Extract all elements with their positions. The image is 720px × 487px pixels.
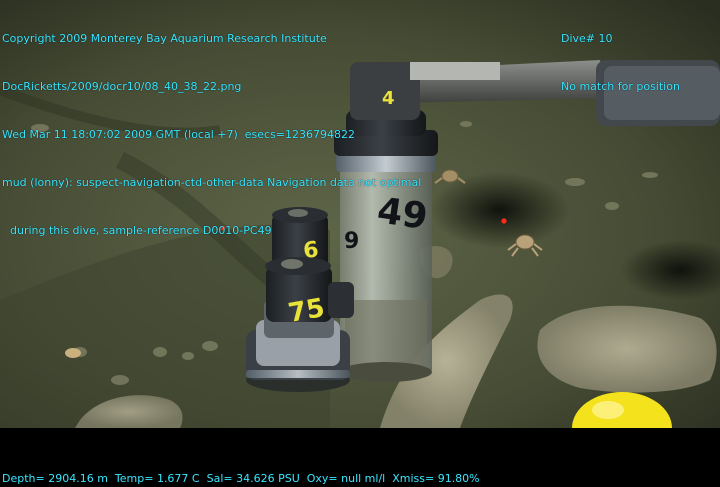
timestamp-line: Wed Mar 11 18:07:02 2009 GMT (local +7) … xyxy=(2,128,356,141)
copyright-line: Copyright 2009 Monterey Bay Aquarium Res… xyxy=(2,32,327,45)
dive-number: Dive# 10 xyxy=(561,32,613,45)
note-continuation-line: during this dive, sample-reference D0010… xyxy=(10,224,272,237)
laser-dot xyxy=(501,218,507,224)
position-status: No match for position xyxy=(561,80,680,93)
file-path-line: DocRicketts/2009/docr10/08_40_38_22.png xyxy=(2,80,242,93)
sensor-readout: Depth= 2904.16 m Temp= 1.677 C Sal= 34.6… xyxy=(2,472,480,485)
dive-info-overlay: Dive# 10 No match for position xyxy=(561,0,680,127)
annotation-overlay: Copyright 2009 Monterey Bay Aquarium Res… xyxy=(2,0,421,271)
crab xyxy=(65,348,81,358)
video-frame: 49 9 6 75 4 Copyright 2009 Monterey Bay … xyxy=(0,0,720,486)
note-line: mud (lonny): suspect-navigation-ctd-othe… xyxy=(2,176,422,189)
core-label-75: 75 xyxy=(286,293,327,329)
